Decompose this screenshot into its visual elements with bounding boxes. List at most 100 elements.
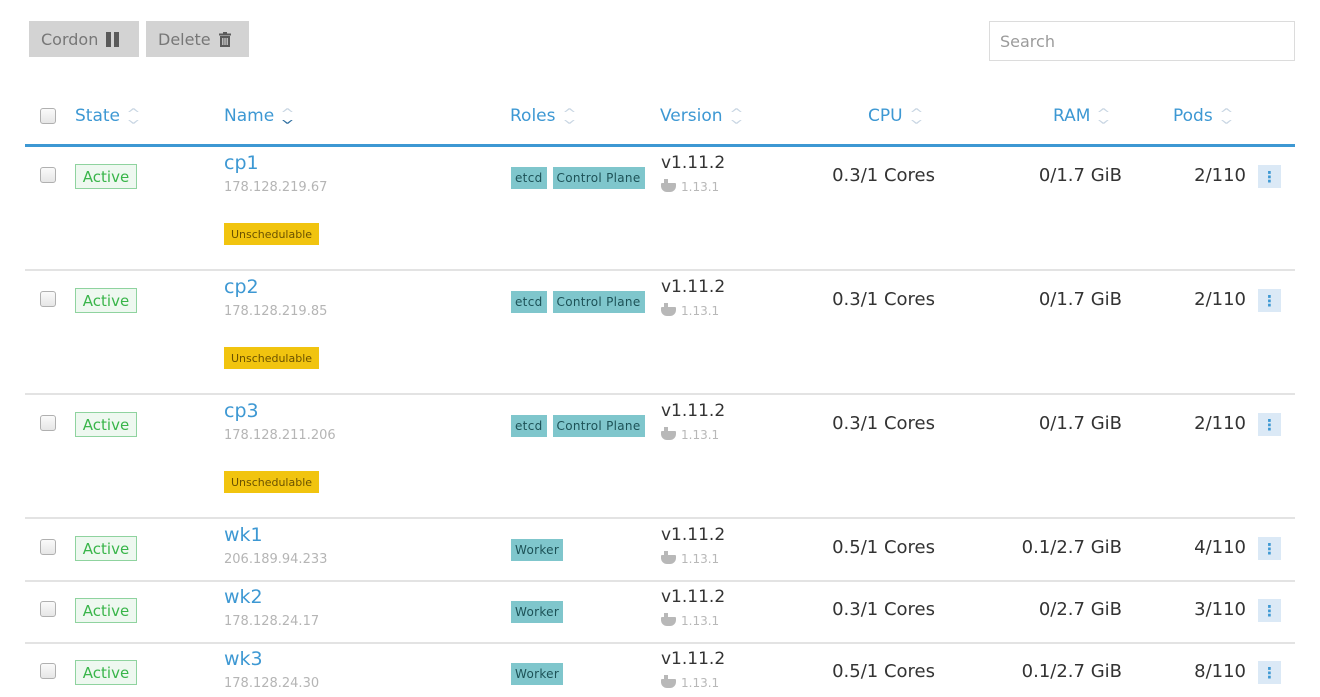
docker-icon [661,302,676,316]
docker-version: 1.13.1 [661,674,720,690]
select-all-checkbox[interactable] [40,108,56,124]
docker-version: 1.13.1 [661,426,720,442]
ram-value: 0/1.7 GiB [1038,413,1122,434]
role-badge: Control Plane [552,167,645,189]
header-version-label: Version [660,106,723,126]
row-checkbox[interactable] [40,601,56,617]
vertical-dots-icon[interactable]: ⋮ [1258,413,1281,436]
header-roles[interactable]: Roles ^ ^ [510,106,576,126]
sort-icon: ^ ^ [728,107,744,125]
search-input[interactable] [989,21,1295,61]
docker-version: 1.13.1 [661,302,720,318]
row-checkbox[interactable] [40,167,56,183]
role-badge: etcd [511,291,547,313]
ram-value: 0.1/2.7 GiB [1021,661,1122,682]
kubelet-version: v1.11.2 [661,153,726,173]
unschedulable-badge: Unschedulable [224,223,319,245]
node-name-link[interactable]: cp2 [224,276,259,298]
roles: Worker [511,601,564,623]
role-badge: Worker [511,601,564,623]
vertical-dots-icon[interactable]: ⋮ [1258,661,1281,684]
cpu-value: 0.3/1 Cores [832,289,935,310]
node-ip: 178.128.211.206 [224,428,336,443]
docker-version-label: 1.13.1 [681,428,720,442]
ram-value: 0/2.7 GiB [1038,599,1122,620]
vertical-dots-icon[interactable]: ⋮ [1258,165,1281,188]
docker-icon [661,550,676,564]
node-name-link[interactable]: cp3 [224,400,259,422]
vertical-dots-icon[interactable]: ⋮ [1258,599,1281,622]
role-badge: etcd [511,415,547,437]
table-row: Active wk1 206.189.94.233 Worker v1.11.2… [25,519,1295,582]
header-name[interactable]: Name ^ ^ [224,106,295,126]
pods-value: 2/110 [1194,289,1246,310]
header-ram-label: RAM [1053,106,1091,126]
row-checkbox[interactable] [40,539,56,555]
node-name-link[interactable]: wk3 [224,648,263,670]
role-badge: Control Plane [552,415,645,437]
header-state-label: State [75,106,120,126]
cpu-value: 0.5/1 Cores [832,537,935,558]
table-row: Active wk2 178.128.24.17 Worker v1.11.2 … [25,581,1295,644]
node-ip: 206.189.94.233 [224,552,328,567]
cordon-button[interactable]: Cordon [29,21,139,57]
kubelet-version: v1.11.2 [661,525,726,545]
status-badge: Active [75,598,137,623]
docker-version: 1.13.1 [661,178,719,194]
header-pods-label: Pods [1173,106,1213,126]
role-badge: Worker [511,663,564,685]
pause-icon [106,31,120,47]
header-pods[interactable]: Pods ^ ^ [1173,106,1234,126]
docker-version: 1.13.1 [661,612,720,628]
vertical-dots-icon[interactable]: ⋮ [1258,289,1281,312]
cpu-value: 0.5/1 Cores [832,661,935,682]
sort-icon: ^ ^ [1096,107,1111,125]
node-name-link[interactable]: wk1 [224,524,263,546]
table-header: State ^ ^ Name ^ ^ Roles ^ ^ Version ^ ^ CPU… [25,96,1295,144]
docker-icon [661,612,676,626]
header-cpu-label: CPU [868,106,903,126]
roles: etcd Control Plane [511,291,645,313]
docker-version-label: 1.13.1 [681,614,720,628]
sort-icon: ^ ^ [1219,107,1234,125]
ram-value: 0.1/2.7 GiB [1021,537,1122,558]
sort-icon: ^ ^ [280,107,295,125]
roles: Worker [511,539,564,561]
sort-icon: ^ ^ [908,107,924,125]
role-badge: Worker [511,539,564,561]
toolbar: Cordon Delete [29,21,249,57]
table-row: Active cp2 178.128.219.85 Unschedulable … [25,271,1295,395]
node-ip: 178.128.24.30 [224,676,320,691]
node-name-link[interactable]: cp1 [224,152,259,174]
row-checkbox[interactable] [40,663,56,679]
cpu-value: 0.3/1 Cores [832,413,935,434]
status-badge: Active [75,536,137,561]
status-badge: Active [75,412,137,437]
header-roles-label: Roles [510,106,556,126]
docker-version-label: 1.13.1 [681,304,720,318]
header-ram[interactable]: RAM ^ ^ [1053,106,1111,126]
docker-version-label: 1.13.1 [681,552,720,566]
status-badge: Active [75,288,137,313]
pods-value: 3/110 [1194,599,1246,620]
row-checkbox[interactable] [40,415,56,431]
pods-value: 4/110 [1194,537,1246,558]
status-badge: Active [75,164,137,189]
delete-button[interactable]: Delete [146,21,249,57]
ram-value: 0/1.7 GiB [1038,165,1122,186]
node-ip: 178.128.219.67 [224,180,328,195]
row-checkbox[interactable] [40,291,56,307]
docker-icon [661,426,676,440]
header-name-label: Name [224,106,275,126]
kubelet-version: v1.11.2 [661,587,726,607]
header-cpu[interactable]: CPU ^ ^ [868,106,924,126]
header-version[interactable]: Version ^ ^ [660,106,744,126]
pods-value: 2/110 [1194,413,1246,434]
docker-version-label: 1.13.1 [681,676,720,690]
ram-value: 0/1.7 GiB [1038,289,1122,310]
header-state[interactable]: State ^ ^ [75,106,141,126]
node-name-link[interactable]: wk2 [224,586,263,608]
docker-icon [661,178,676,192]
vertical-dots-icon[interactable]: ⋮ [1258,537,1281,560]
cpu-value: 0.3/1 Cores [832,599,935,620]
